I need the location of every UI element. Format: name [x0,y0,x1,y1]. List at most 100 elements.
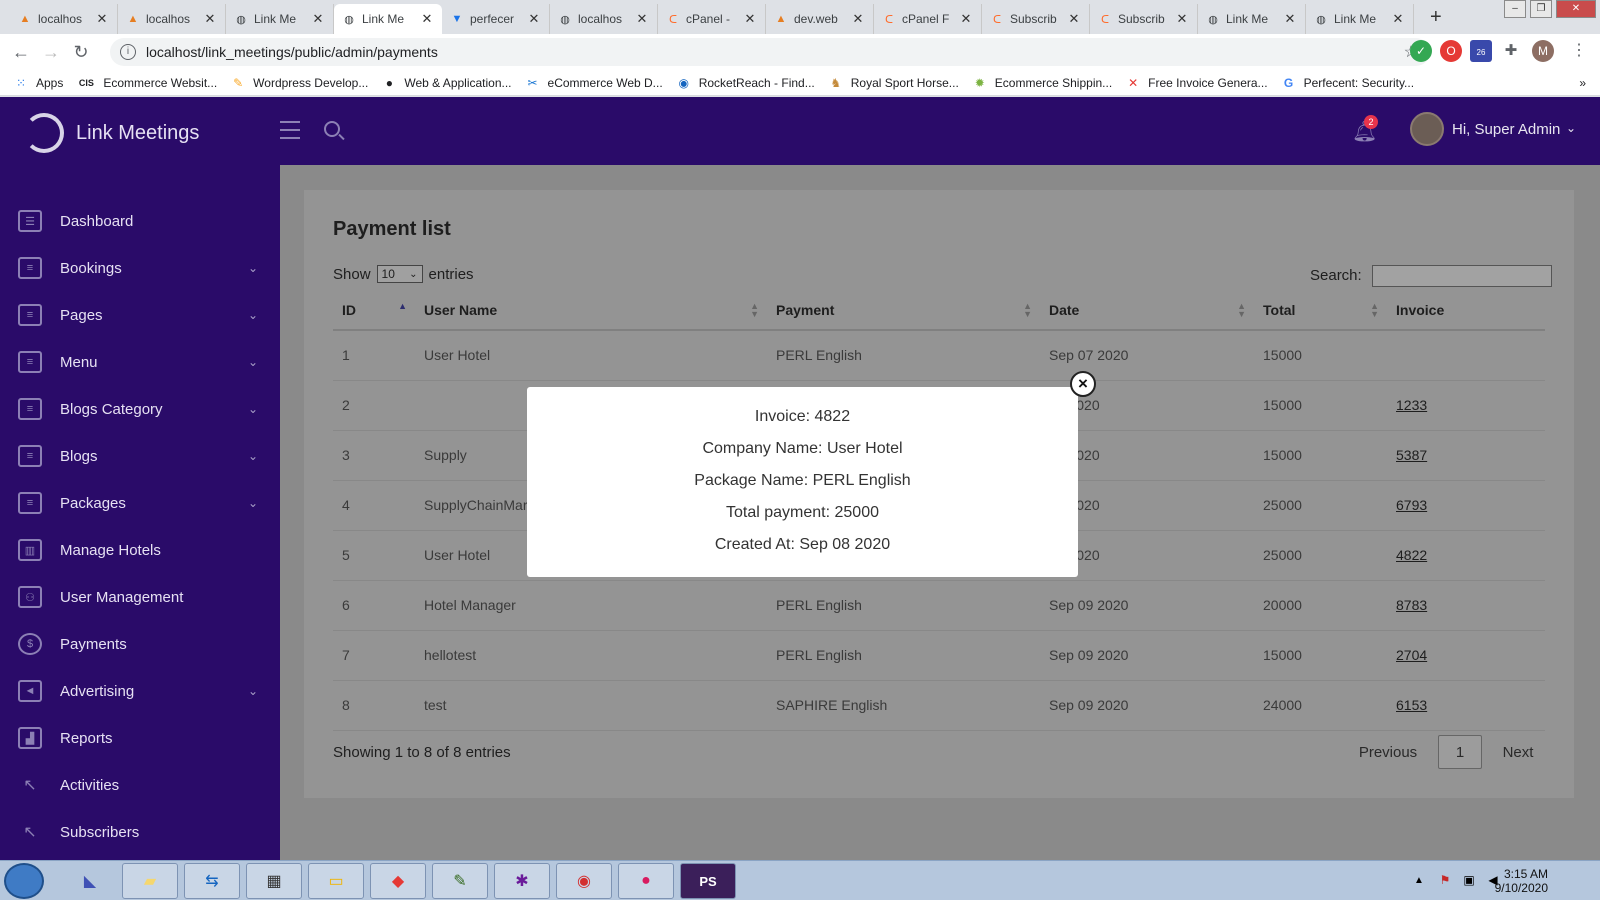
close-tab-icon[interactable]: ✕ [527,11,541,27]
close-tab-icon[interactable]: ✕ [1283,11,1297,27]
bookmark-item[interactable]: ✕ Free Invoice Genera... [1126,76,1267,90]
menu-dots-icon[interactable]: ⋮ [1568,40,1590,62]
sidebar-item-dashboard[interactable]: ☰ Dashboard [0,197,280,245]
browser-tab[interactable]: ᑕ Subscrib ✕ [1090,4,1198,34]
browser-tab[interactable]: ᑕ Subscrib ✕ [982,4,1090,34]
browser-tab[interactable]: ᑕ cPanel - ✕ [658,4,766,34]
sidebar-item-pages[interactable]: ≡ Pages ⌄ [0,291,280,339]
invoice-link[interactable]: 1233 [1396,397,1427,413]
sidebar-item-bookings[interactable]: ≡ Bookings ⌄ [0,244,280,292]
browser-tab[interactable]: ▲ localhos ✕ [118,4,226,34]
forward-icon[interactable]: → [36,42,66,63]
page-size-select[interactable]: 10 ⌄ [376,265,423,283]
sidebar-item-user-management[interactable]: ⚇ User Management [0,573,280,621]
invoice-link[interactable]: 4822 [1396,547,1427,563]
network-icon[interactable]: ▣ [1460,869,1478,891]
back-icon[interactable]: ← [6,42,36,63]
browser-tab[interactable]: ◍ Link Me ✕ [1306,4,1414,34]
notepad-icon[interactable]: ✎ [432,863,488,899]
sidebar-item-subscribers[interactable]: ↖ Subscribers [0,808,280,856]
search-input[interactable] [1372,265,1552,287]
browser-tab[interactable]: ▲ dev.web ✕ [766,4,874,34]
tray-expand-icon[interactable]: ▲ [1412,869,1426,891]
sidebar-item-packages[interactable]: ≡ Packages ⌄ [0,479,280,527]
figma-icon[interactable]: ● [618,863,674,899]
brand-logo[interactable]: Link Meetings [24,113,199,153]
invoice-link[interactable]: 5387 [1396,447,1427,463]
close-tab-icon[interactable]: ✕ [635,11,649,27]
browser-tab[interactable]: ◍ Link Me ✕ [1198,4,1306,34]
close-tab-icon[interactable]: ✕ [1391,11,1405,27]
more-bookmarks-button[interactable]: » [1579,76,1586,90]
close-tab-icon[interactable]: ✕ [203,11,217,27]
previous-page-button[interactable]: Previous [1348,735,1428,769]
bookmark-item[interactable]: CIS Ecommerce Websit... [77,76,217,90]
search-icon[interactable] [324,121,340,137]
close-tab-icon[interactable]: ✕ [311,11,325,27]
bookmark-item[interactable]: ◉ RocketReach - Find... [677,76,814,90]
invoice-link[interactable]: 8783 [1396,597,1427,613]
address-bar[interactable]: i localhost/link_meetings/public/admin/p… [110,38,1430,66]
system-clock[interactable]: 3:15 AM 9/10/2020 [1495,867,1548,895]
close-tab-icon[interactable]: ✕ [851,11,865,27]
window-close-button[interactable]: ✕ [1556,0,1596,18]
sticky-notes-icon[interactable]: ▰ [122,863,178,899]
start-button[interactable] [4,863,44,899]
invoice-link[interactable]: 2704 [1396,647,1427,663]
ext-badge-icon[interactable]: 26 [1470,40,1492,62]
sidebar-item-blogs-category[interactable]: ≡ Blogs Category ⌄ [0,385,280,433]
info-icon[interactable]: i [120,44,136,60]
ext-shield-icon[interactable]: ✓ [1410,40,1432,62]
column-header-user-name[interactable]: User Name ▲ ▼ [415,290,767,331]
column-header-id[interactable]: ID ▲ [333,290,415,331]
sidebar-item-advertising[interactable]: ◄ Advertising ⌄ [0,667,280,715]
invoice-link[interactable]: 6793 [1396,497,1427,513]
teamviewer-icon[interactable]: ⇆ [184,863,240,899]
column-header-date[interactable]: Date ▲ ▼ [1040,290,1254,331]
close-tab-icon[interactable]: ✕ [95,11,109,27]
column-header-total[interactable]: Total ▲ ▼ [1254,290,1387,331]
sidebar-item-payments[interactable]: $ Payments [0,620,280,668]
slack-icon[interactable]: ✱ [494,863,550,899]
bookmark-item[interactable]: ♞ Royal Sport Horse... [829,76,958,90]
close-tab-icon[interactable]: ✕ [959,11,973,27]
bookmark-item[interactable]: ● Web & Application... [382,76,512,90]
page-1-button[interactable]: 1 [1438,735,1482,769]
browser-tab[interactable]: ◍ Link Me ✕ [226,4,334,34]
close-tab-icon[interactable]: ✕ [743,11,757,27]
sidebar-item-menu[interactable]: ≡ Menu ⌄ [0,338,280,386]
app-diamond-icon[interactable]: ◆ [370,863,426,899]
profile-avatar[interactable]: M [1532,40,1554,62]
modal-close-button[interactable]: × [1070,371,1096,397]
dolphin-app-icon[interactable]: ◣ [62,863,118,899]
user-greeting[interactable]: Hi, Super Admin [1452,121,1560,138]
bookmark-apps[interactable]: ⁙ Apps [14,76,63,90]
bookmark-item[interactable]: ✂ eCommerce Web D... [526,76,663,90]
maximize-button[interactable]: ❐ [1530,0,1552,18]
calendar-app-icon[interactable]: ▦ [246,863,302,899]
browser-tab[interactable]: ▲ localhos ✕ [10,4,118,34]
puzzle-icon[interactable]: ✚ [1500,40,1522,62]
folder-icon[interactable]: ▭ [308,863,364,899]
chrome-icon[interactable]: ◉ [556,863,612,899]
next-page-button[interactable]: Next [1490,735,1546,769]
hamburger-menu-icon[interactable] [280,121,300,139]
bookmark-item[interactable]: G Perfecent: Security... [1282,76,1414,90]
sidebar-item-reports[interactable]: ▟ Reports [0,714,280,762]
close-tab-icon[interactable]: ✕ [420,11,434,27]
bookmark-item[interactable]: ✹ Ecommerce Shippin... [973,76,1112,90]
avatar[interactable] [1410,112,1444,146]
minimize-button[interactable]: – [1504,0,1526,18]
browser-tab[interactable]: ▼ perfecer ✕ [442,4,550,34]
close-tab-icon[interactable]: ✕ [1067,11,1081,27]
phpstorm-icon[interactable]: PS [680,863,736,899]
invoice-link[interactable]: 6153 [1396,697,1427,713]
sidebar-item-blogs[interactable]: ≡ Blogs ⌄ [0,432,280,480]
browser-tab[interactable]: ◍ localhos ✕ [550,4,658,34]
ext-opera-icon[interactable]: O [1440,40,1462,62]
reload-icon[interactable]: ↻ [66,42,96,63]
column-header-payment[interactable]: Payment ▲ ▼ [767,290,1040,331]
close-tab-icon[interactable]: ✕ [1175,11,1189,27]
sidebar-item-activities[interactable]: ↖ Activities [0,761,280,809]
sidebar-item-manage-hotels[interactable]: ▥ Manage Hotels [0,526,280,574]
